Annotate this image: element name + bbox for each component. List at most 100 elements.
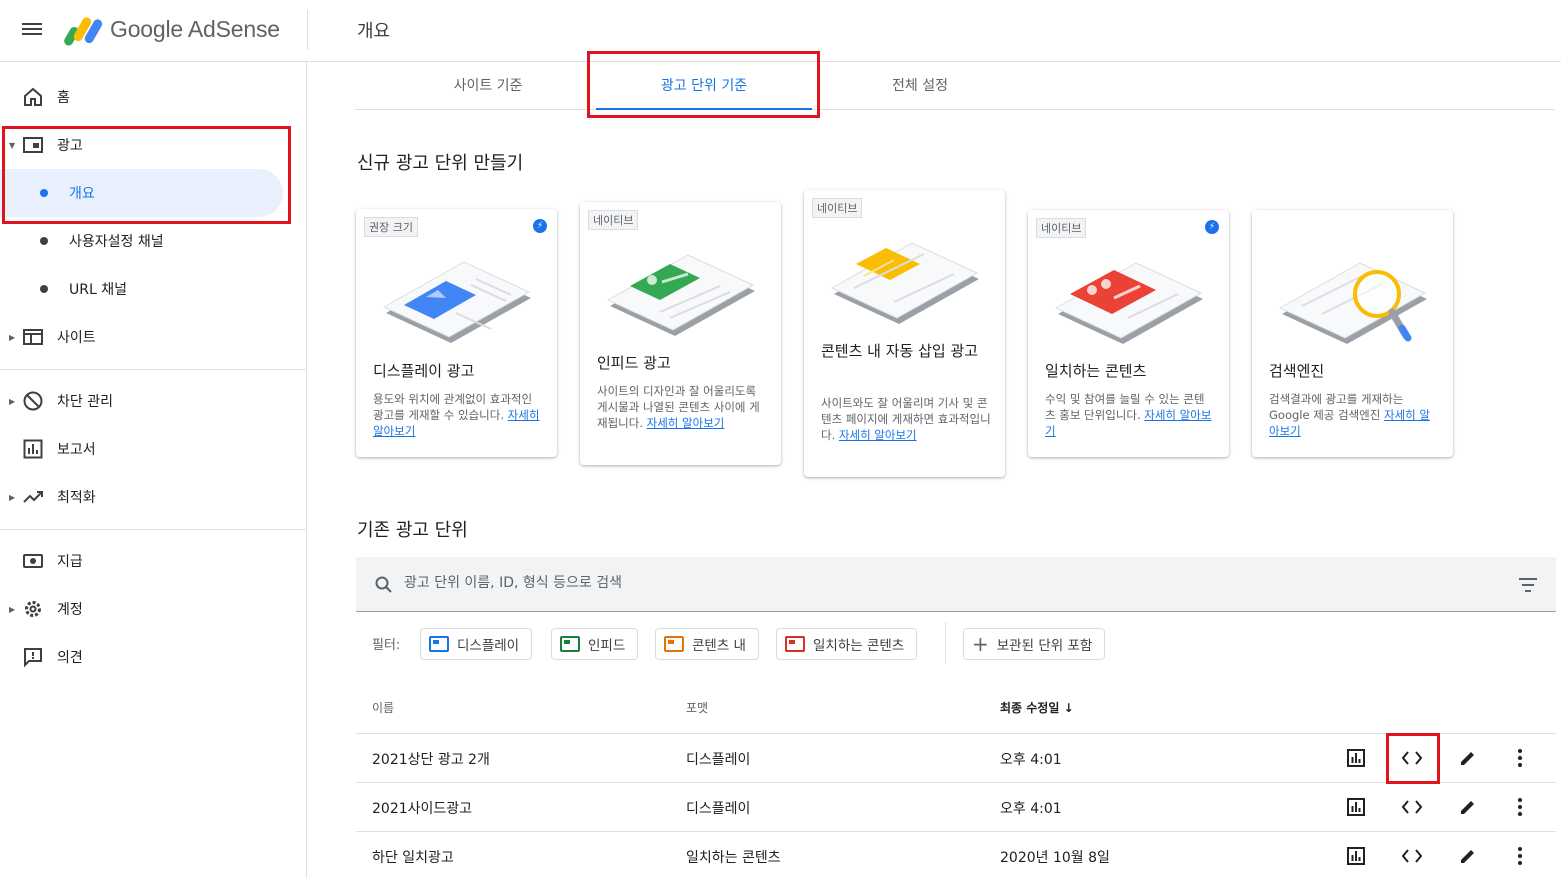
home-icon [24,87,42,106]
edit-icon[interactable] [1454,842,1482,870]
sidebar-item-payments[interactable]: 지급 [0,537,307,585]
sidebar-item-account[interactable]: ▶ 계정 [0,585,307,633]
display-swatch-icon [429,636,449,652]
card-description: 용도와 위치에 관계없이 효과적인 광고를 게재할 수 있습니다. 자세히 알아… [373,392,540,438]
phone-illustration [830,242,979,324]
sidebar-item-overview[interactable]: 개요 [0,169,283,217]
search-input[interactable] [404,575,1304,591]
brand-name: Google AdSense [110,16,280,42]
bullet-icon [40,285,48,293]
card-search-engine[interactable]: 검색엔진 검색결과에 광고를 게재하는 Google 제공 검색엔진 자세히 알… [1252,210,1453,457]
filter-divider [945,622,946,664]
block-icon [23,391,43,411]
learn-more-link[interactable]: 자세히 알아보기 [647,416,725,430]
column-header-format[interactable]: 포맷 [686,699,708,716]
in-article-swatch-icon [664,636,684,652]
search-icon [375,576,392,593]
phone-illustration [1278,262,1427,344]
row-modified: 오후 4:01 [1000,752,1062,768]
card-description: 사이트의 디자인과 잘 어울리도록 게시물과 나열된 콘텐츠 사이에 게재됩니다… [597,384,760,430]
filter-list-icon[interactable] [1518,576,1538,594]
sites-icon [23,329,43,345]
tab-by-site[interactable]: 사이트 기준 [380,62,596,110]
report-icon[interactable] [1342,793,1370,821]
sidebar: 홈 ▼ 광고 개요 사용자설정 채널 URL 채널 ▶ 사이트 ▶ 차단 관리 … [0,62,307,878]
filter-chip-matched-content[interactable]: 일치하는 콘텐츠 [776,628,918,660]
tab-by-ad-unit[interactable]: 광고 단위 기준 [596,62,812,110]
sidebar-item-home[interactable]: 홈 [0,73,307,121]
more-vert-icon[interactable] [1506,744,1534,772]
card-chip: 권장 크기 [364,217,418,237]
table-row[interactable]: 하단 일치광고 일치하는 콘텐츠 2020년 10월 8일 [356,832,1556,878]
trending-icon [23,491,43,503]
report-icon[interactable] [1342,842,1370,870]
existing-section-title: 기존 광고 단위 [357,520,468,541]
sidebar-item-label: 광고 [57,138,83,154]
table-row[interactable]: 2021상단 광고 2개 디스플레이 오후 4:01 [356,734,1556,783]
include-archived-button[interactable]: + 보관된 단위 포함 [963,628,1106,660]
card-title: 디스플레이 광고 [373,362,475,380]
card-description: 사이트와도 잘 어울리며 기사 및 콘텐츠 페이지에 게재하면 효과적입니다. … [821,396,991,442]
sidebar-item-sites[interactable]: ▶ 사이트 [0,313,307,361]
plus-icon: + [972,632,989,656]
column-header-name[interactable]: 이름 [372,699,394,716]
learn-more-link[interactable]: 자세히 알아보기 [839,428,917,442]
sidebar-item-blocking[interactable]: ▶ 차단 관리 [0,377,307,425]
phone-illustration [606,254,755,336]
row-format: 일치하는 콘텐츠 [686,850,781,866]
code-icon[interactable] [1398,744,1426,772]
sidebar-item-reports[interactable]: 보고서 [0,425,307,473]
card-title: 일치하는 콘텐츠 [1045,362,1147,380]
sidebar-item-label: 차단 관리 [57,394,113,410]
card-title: 인피드 광고 [597,354,671,372]
sidebar-item-url-channels[interactable]: URL 채널 [0,265,307,313]
filter-chip-in-article[interactable]: 콘텐츠 내 [655,628,759,660]
card-title: 콘텐츠 내 자동 삽입 광고 [821,342,979,360]
more-vert-icon[interactable] [1506,793,1534,821]
header-divider [307,10,308,50]
card-chip: 네이티브 [812,198,863,218]
tab-bar: 사이트 기준 광고 단위 기준 전체 설정 [355,62,1555,110]
card-in-article-ads[interactable]: 네이티브 콘텐츠 내 자동 삽입 광고 사이트와도 잘 어울리며 기사 및 콘텐… [804,190,1005,477]
search-bar [356,557,1556,612]
caret-right-icon: ▶ [9,396,16,406]
table-header: 이름 포맷 최종 수정일 ↓ [356,682,1556,734]
edit-icon[interactable] [1454,793,1482,821]
caret-right-icon: ▶ [9,332,16,342]
report-icon[interactable] [1342,744,1370,772]
card-description: 수익 및 참여를 늘릴 수 있는 콘텐츠 홍보 단위입니다. 자세히 알아보기 [1045,392,1212,438]
code-icon[interactable] [1398,793,1426,821]
filter-chip-display[interactable]: 디스플레이 [420,628,533,660]
edit-icon[interactable] [1454,744,1482,772]
tab-global-settings[interactable]: 전체 설정 [812,62,1028,110]
sidebar-item-ads[interactable]: ▼ 광고 [0,121,307,169]
reports-icon [23,439,43,459]
card-display-ads[interactable]: 권장 크기 ⚡ 디스플레이 광고 용도와 위치에 관계없이 효과적인 광고를 게… [356,209,557,457]
sidebar-item-feedback[interactable]: 의견 [0,633,307,681]
sidebar-item-custom-channels[interactable]: 사용자설정 채널 [0,217,307,265]
sidebar-divider [0,369,307,370]
card-description: 검색결과에 광고를 게재하는 Google 제공 검색엔진 자세히 알아보기 [1269,392,1430,438]
sidebar-item-label: 지급 [57,554,83,570]
more-vert-icon[interactable] [1506,842,1534,870]
table-row[interactable]: 2021사이드광고 디스플레이 오후 4:01 [356,783,1556,832]
phone-illustration [1054,262,1203,344]
row-modified: 오후 4:01 [1000,801,1062,817]
sidebar-item-label: 사이트 [57,330,96,346]
phone-illustration [382,261,531,343]
sidebar-item-label: URL 채널 [69,282,127,298]
sidebar-item-optimization[interactable]: ▶ 최적화 [0,473,307,521]
bullet-icon [40,237,48,245]
filter-chip-in-feed[interactable]: 인피드 [551,628,639,660]
card-matched-content[interactable]: 네이티브 ⚡ 일치하는 콘텐츠 수익 및 참여를 늘릴 수 있는 콘텐츠 홍보 … [1028,210,1229,457]
column-header-modified[interactable]: 최종 수정일 ↓ [1000,699,1074,716]
code-icon[interactable] [1398,842,1426,870]
row-format: 디스플레이 [686,752,751,768]
menu-icon[interactable] [22,20,46,40]
arrow-down-icon: ↓ [1063,701,1074,715]
bolt-icon: ⚡ [1205,220,1219,234]
in-feed-swatch-icon [560,636,580,652]
card-in-feed-ads[interactable]: 네이티브 인피드 광고 사이트의 디자인과 잘 어울리도록 게시물과 나열된 콘… [580,202,781,465]
ads-icon [23,137,43,153]
top-app-bar: Google AdSense 개요 [0,0,1561,62]
